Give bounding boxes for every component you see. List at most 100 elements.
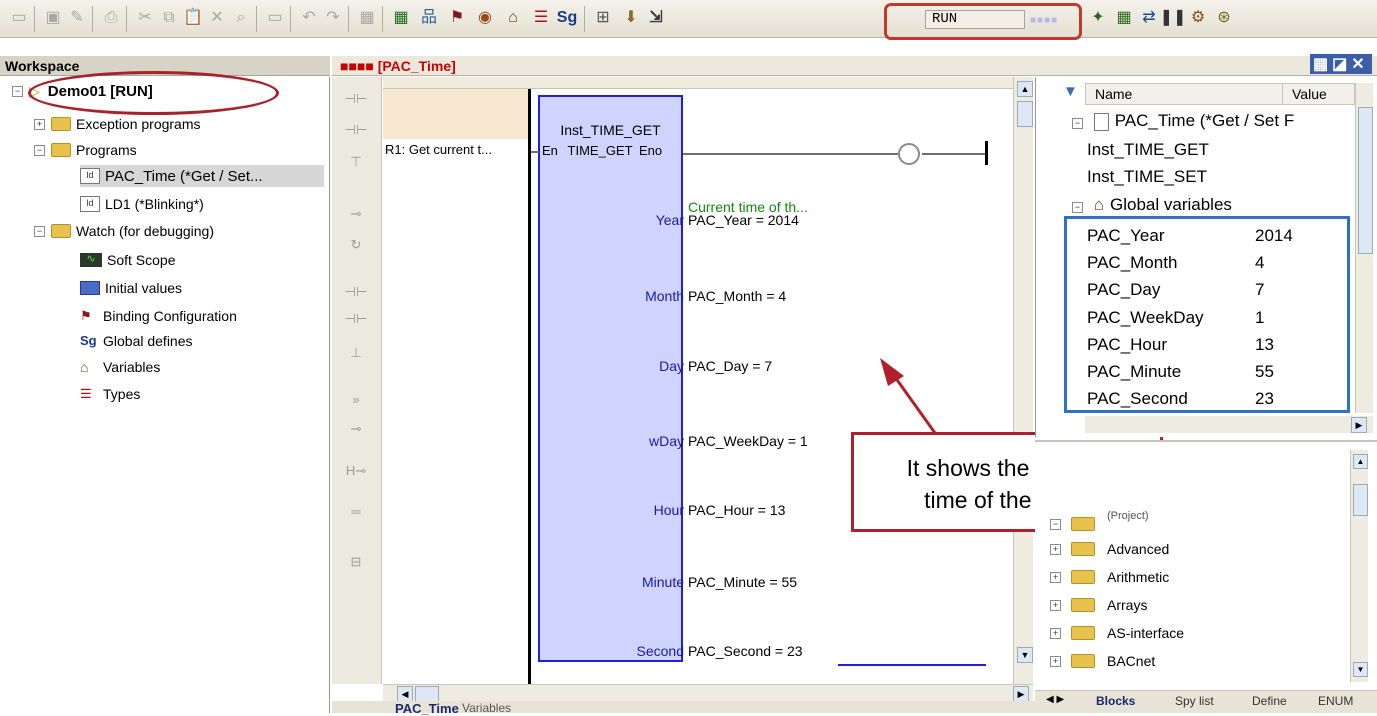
tree-item-pac-time[interactable]: ld PAC_Time (*Get / Set...: [80, 165, 324, 187]
return-tool-icon[interactable]: ⊸: [344, 419, 368, 439]
lib-item-advanced[interactable]: + Advanced: [1050, 538, 1169, 560]
editor-horizontal-scrollbar[interactable]: ◀ ▶: [383, 684, 1033, 702]
pin-value-month[interactable]: PAC_Month = 4: [688, 288, 786, 304]
tree-item-initial-values[interactable]: Initial values: [80, 277, 182, 299]
var-row[interactable]: Inst_TIME_SET: [1087, 163, 1207, 190]
collapse-icon[interactable]: −: [12, 85, 23, 97]
tab-define[interactable]: Define: [1252, 694, 1287, 708]
copy-icon[interactable]: ⧉: [158, 7, 180, 29]
download-icon[interactable]: ⬇: [620, 7, 642, 29]
tree-item-global-defines[interactable]: Sg Global defines: [80, 330, 193, 352]
print-icon[interactable]: ⎙: [100, 7, 122, 29]
scroll-down-icon[interactable]: ▼: [1017, 647, 1033, 663]
filter-icon[interactable]: ▼: [1063, 83, 1078, 100]
paste-icon[interactable]: 📋: [182, 7, 204, 29]
expand-icon[interactable]: +: [1050, 627, 1061, 639]
line-tool-icon[interactable]: ═: [344, 502, 368, 522]
cycle-icon[interactable]: ⇄: [1138, 7, 1160, 29]
col-name[interactable]: Name: [1095, 84, 1132, 104]
edit-icon[interactable]: ✎: [66, 7, 88, 29]
expand-icon[interactable]: +: [1050, 599, 1061, 611]
tab-nav-icon[interactable]: ◀ ▶: [1046, 694, 1064, 705]
parallel-contact-tool-icon[interactable]: ⊣⊢: [344, 120, 368, 140]
var-row-global-variables[interactable]: − ⌂ Global variables: [1072, 191, 1232, 218]
scroll-up-icon[interactable]: ▲: [1353, 454, 1368, 469]
expand-icon[interactable]: +: [34, 118, 45, 130]
tree-item-soft-scope[interactable]: ∿ Soft Scope: [80, 249, 176, 271]
binding-icon[interactable]: ⚑: [446, 7, 468, 29]
monitor-icon[interactable]: ✦: [1087, 7, 1109, 29]
tree-item-watch[interactable]: − Watch (for debugging): [34, 220, 214, 242]
scroll-down-icon[interactable]: ▼: [1353, 662, 1368, 677]
redo-icon[interactable]: ↷: [322, 7, 344, 29]
output-coil[interactable]: [898, 143, 920, 165]
build-icon[interactable]: ▦: [356, 7, 378, 29]
maximize-icon[interactable]: ◪: [1332, 56, 1351, 73]
scroll-thumb[interactable]: [1017, 101, 1033, 127]
pin-value-wday[interactable]: PAC_WeekDay = 1: [688, 433, 808, 449]
tree-item-exception-programs[interactable]: + Exception programs: [34, 113, 201, 135]
branch-down-tool-icon[interactable]: ⊥: [344, 343, 368, 363]
tree-item-variables[interactable]: ⌂ Variables: [80, 356, 160, 378]
compile-icon[interactable]: ▦: [1113, 7, 1135, 29]
pin-value-year[interactable]: PAC_Year = 2014: [688, 212, 799, 228]
tree-item-types[interactable]: ☰ Types: [80, 383, 140, 405]
network-icon[interactable]: 品: [418, 7, 440, 29]
lib-item-project[interactable]: − (Project): [1050, 510, 1149, 535]
run-mode-icon[interactable]: ⇲: [645, 7, 667, 29]
collapse-icon[interactable]: −: [34, 144, 45, 156]
types-icon[interactable]: ☰: [530, 7, 552, 29]
editor-vertical-scrollbar[interactable]: ▲ ▼: [1013, 77, 1033, 684]
var-row[interactable]: Inst_TIME_GET: [1087, 136, 1209, 163]
contact-right-tool-icon[interactable]: ⊣⊢: [344, 309, 368, 329]
expand-icon[interactable]: +: [1050, 543, 1061, 555]
collapse-icon[interactable]: −: [1072, 202, 1083, 213]
tab-pac-time[interactable]: PAC_Time: [395, 701, 459, 716]
pin-value-minute[interactable]: PAC_Minute = 55: [688, 574, 797, 590]
tab-spy-list[interactable]: Spy list: [1175, 694, 1214, 708]
scroll-thumb[interactable]: [415, 686, 439, 702]
simulate-icon[interactable]: ⊛: [1213, 7, 1235, 29]
expand-icon[interactable]: +: [1050, 655, 1061, 667]
variables-vertical-scrollbar[interactable]: [1355, 83, 1373, 413]
layout-icon[interactable]: ⊞: [592, 7, 614, 29]
rung-label[interactable]: R1: Get current t...: [385, 139, 492, 161]
scroll-right-icon[interactable]: ▶: [1013, 686, 1029, 702]
scroll-thumb[interactable]: [1358, 107, 1373, 254]
lib-item-arrays[interactable]: + Arrays: [1050, 594, 1147, 616]
open-icon[interactable]: ▭: [8, 7, 30, 29]
collapse-icon[interactable]: −: [1050, 518, 1061, 530]
scroll-thumb[interactable]: [1353, 484, 1368, 516]
collapse-icon[interactable]: −: [34, 225, 45, 237]
pin-value-day[interactable]: PAC_Day = 7: [688, 358, 772, 374]
tree-item-binding-configuration[interactable]: ⚑ Binding Configuration: [80, 305, 237, 327]
tree-item-programs[interactable]: − Programs: [34, 139, 137, 161]
expand-icon[interactable]: +: [1050, 571, 1061, 583]
jump-tool-icon[interactable]: »: [344, 390, 368, 410]
tab-enum[interactable]: ENUM: [1318, 694, 1353, 708]
library-vertical-scrollbar[interactable]: ▲ ▼: [1350, 450, 1368, 682]
pin-value-hour[interactable]: PAC_Hour = 13: [688, 502, 785, 518]
lib-item-as-interface[interactable]: + AS-interface: [1050, 622, 1184, 644]
variables-horizontal-scrollbar[interactable]: ▶: [1085, 416, 1373, 433]
pause-icon[interactable]: ❚❚: [1160, 7, 1187, 29]
scroll-left-icon[interactable]: ◀: [397, 686, 413, 702]
close-icon[interactable]: ✕: [1351, 56, 1368, 73]
save-icon[interactable]: ▣: [42, 7, 64, 29]
tab-blocks[interactable]: Blocks: [1096, 694, 1135, 708]
find-icon[interactable]: ⌕: [230, 7, 252, 29]
global-defines-icon[interactable]: Sg: [556, 7, 578, 29]
coil-tool-icon[interactable]: ⊸: [344, 204, 368, 224]
var-row-pac-time[interactable]: − PAC_Time (*Get / Set F: [1072, 107, 1354, 134]
cut-icon[interactable]: ✂: [134, 7, 156, 29]
tile-icon[interactable]: ▦: [1313, 56, 1332, 73]
collapse-icon[interactable]: −: [1072, 118, 1083, 129]
lib-item-bacnet[interactable]: + BACnet: [1050, 650, 1155, 672]
pin-value-second[interactable]: PAC_Second = 23: [688, 643, 803, 659]
branch-tool-icon[interactable]: ⊤: [344, 152, 368, 172]
rung-comment-cell[interactable]: [383, 89, 531, 139]
undo-icon[interactable]: ↶: [298, 7, 320, 29]
horizontal-tool-icon[interactable]: H⊸: [344, 461, 368, 481]
scroll-right-icon[interactable]: ▶: [1351, 417, 1367, 433]
contact-left-tool-icon[interactable]: ⊣⊢: [344, 282, 368, 302]
